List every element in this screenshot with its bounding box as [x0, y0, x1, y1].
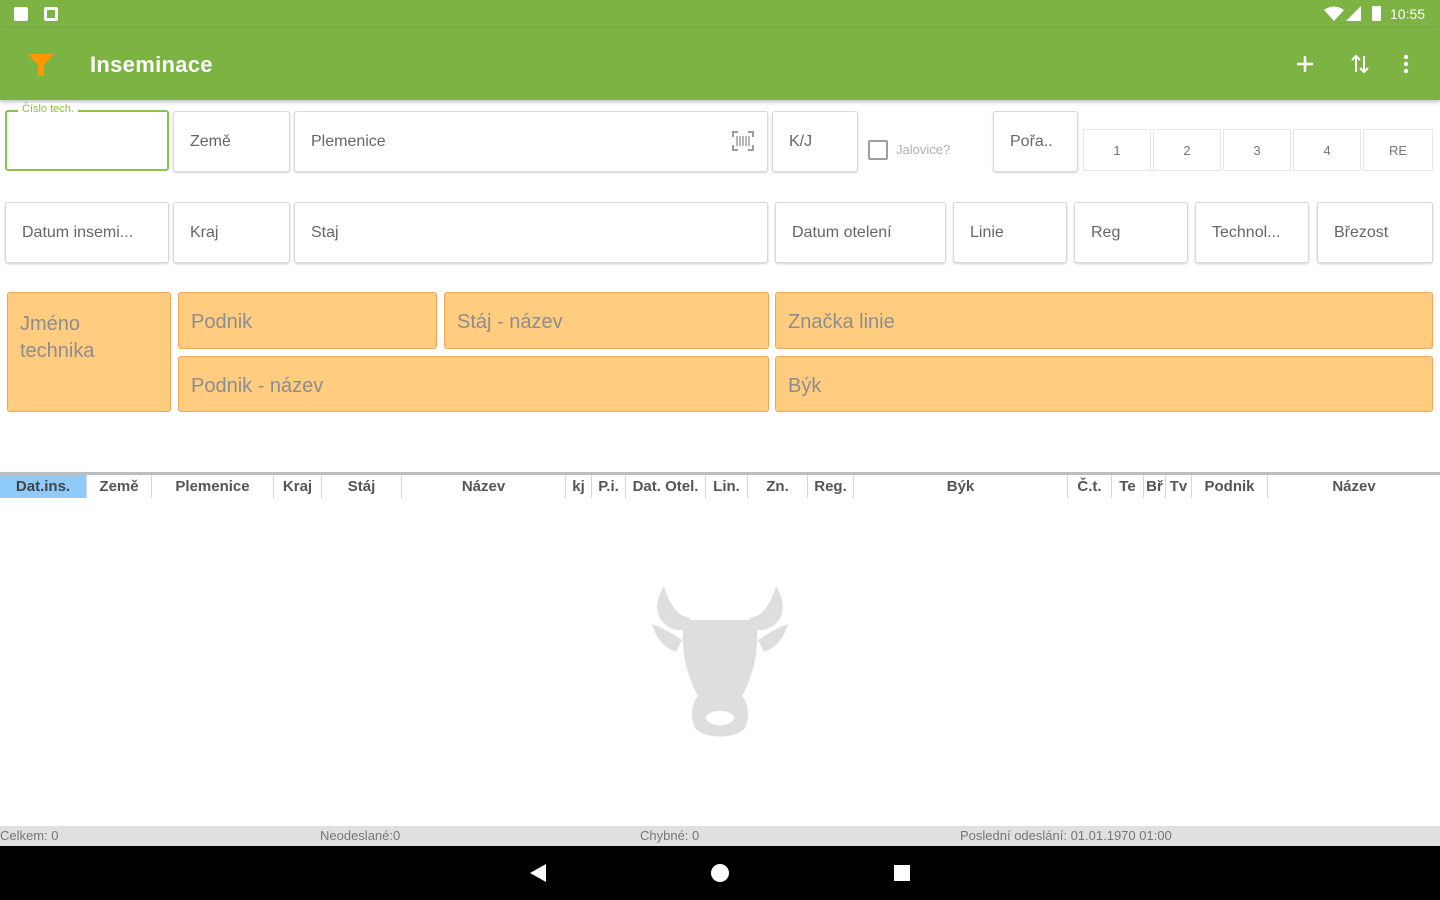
recents-icon[interactable] [893, 864, 911, 882]
num-box-2[interactable]: 2 [1153, 129, 1221, 171]
unsent-count: Neodeslané:0 [320, 828, 401, 843]
jalovice-label: Jalovice? [896, 142, 951, 157]
staj-field[interactable]: Staj [294, 202, 768, 263]
wifi-icon [1324, 6, 1344, 21]
navigation-bar [0, 846, 1440, 900]
app-bar: Inseminace [0, 28, 1440, 100]
podnik-nazev-box: Podnik - název [178, 356, 769, 412]
footer-status-bar: Celkem: 0 Neodeslané:0 Chybné: 0 Posledn… [0, 826, 1440, 846]
num-box-3[interactable]: 3 [1223, 129, 1291, 171]
linie-field[interactable]: Linie [953, 202, 1067, 263]
col-header-zeme[interactable]: Země [87, 475, 152, 498]
col-header-plemenice[interactable]: Plemenice [152, 475, 274, 498]
kraj-field[interactable]: Kraj [173, 202, 290, 263]
znacka-linie-box: Značka linie [775, 292, 1433, 349]
error-count: Chybné: 0 [640, 828, 700, 843]
col-header-podnik[interactable]: Podnik [1192, 475, 1268, 498]
add-icon[interactable] [1295, 54, 1315, 74]
overflow-menu-icon[interactable] [1402, 54, 1410, 74]
col-header-zn[interactable]: Zn. [748, 475, 808, 498]
jmeno-technika-box: Jméno technika [7, 292, 171, 412]
clock: 10:55 [1390, 6, 1426, 22]
podnik-box: Podnik [178, 292, 437, 349]
col-header-dat-otel[interactable]: Dat. Otel. [626, 475, 706, 498]
technol-field[interactable]: Technol... [1195, 202, 1309, 263]
battery-icon [1372, 6, 1381, 21]
col-header-byk[interactable]: Býk [854, 475, 1068, 498]
back-icon[interactable] [528, 863, 548, 883]
num-box-1[interactable]: 1 [1083, 129, 1151, 171]
col-header-nazev[interactable]: Název [402, 475, 566, 498]
col-header-pi[interactable]: P.i. [592, 475, 626, 498]
col-header-te[interactable]: Te [1112, 475, 1144, 498]
reg-field[interactable]: Reg [1074, 202, 1188, 263]
col-header-dat-ins[interactable]: Dat.ins. [0, 475, 87, 498]
bull-logo-icon [652, 586, 788, 737]
last-sent: Poslední odeslání: 01.01.1970 01:00 [960, 828, 1172, 843]
cislo-tech-input[interactable] [5, 110, 169, 171]
col-header-br[interactable]: Bř [1144, 475, 1166, 498]
col-header-reg[interactable]: Reg. [808, 475, 854, 498]
total-count: Celkem: 0 [0, 828, 59, 843]
staj-nazev-box: Stáj - název [444, 292, 769, 349]
home-icon[interactable] [710, 863, 730, 883]
col-header-kj[interactable]: kj [566, 475, 592, 498]
col-header-kraj[interactable]: Kraj [274, 475, 322, 498]
col-header-staj[interactable]: Stáj [322, 475, 402, 498]
page-title: Inseminace [90, 52, 213, 77]
byk-box: Býk [775, 356, 1433, 412]
cislo-tech-label: Číslo tech. [18, 103, 78, 115]
sort-icon[interactable] [1350, 52, 1370, 76]
jalovice-checkbox[interactable] [868, 140, 888, 160]
barcode-scan-icon[interactable] [732, 131, 754, 151]
col-header-lin[interactable]: Lin. [706, 475, 748, 498]
col-header-nazev-2[interactable]: Název [1268, 475, 1440, 498]
num-box-re[interactable]: RE [1363, 129, 1433, 171]
brezost-field[interactable]: Březost [1317, 202, 1433, 263]
col-header-ct[interactable]: Č.t. [1068, 475, 1112, 498]
table-header: Dat.ins. Země Plemenice Kraj Stáj Název … [0, 472, 1440, 498]
cell-signal-icon [1346, 6, 1361, 21]
kj-field[interactable]: K/J [772, 111, 858, 172]
filter-icon[interactable] [28, 54, 54, 76]
plemenice-label: Plemenice [311, 132, 386, 150]
datum-inseminace-field[interactable]: Datum insemi... [5, 202, 169, 263]
status-bar: 10:55 [0, 0, 1440, 28]
plemenice-field[interactable]: Plemenice [294, 111, 768, 172]
num-box-4[interactable]: 4 [1293, 129, 1361, 171]
notification-icon [44, 7, 58, 21]
datum-oteleni-field[interactable]: Datum otelení [775, 202, 946, 263]
notification-icon [14, 7, 28, 21]
poradi-field[interactable]: Pořa.. [993, 111, 1078, 172]
col-header-tv[interactable]: Tv [1166, 475, 1192, 498]
zeme-field[interactable]: Země [173, 111, 290, 172]
